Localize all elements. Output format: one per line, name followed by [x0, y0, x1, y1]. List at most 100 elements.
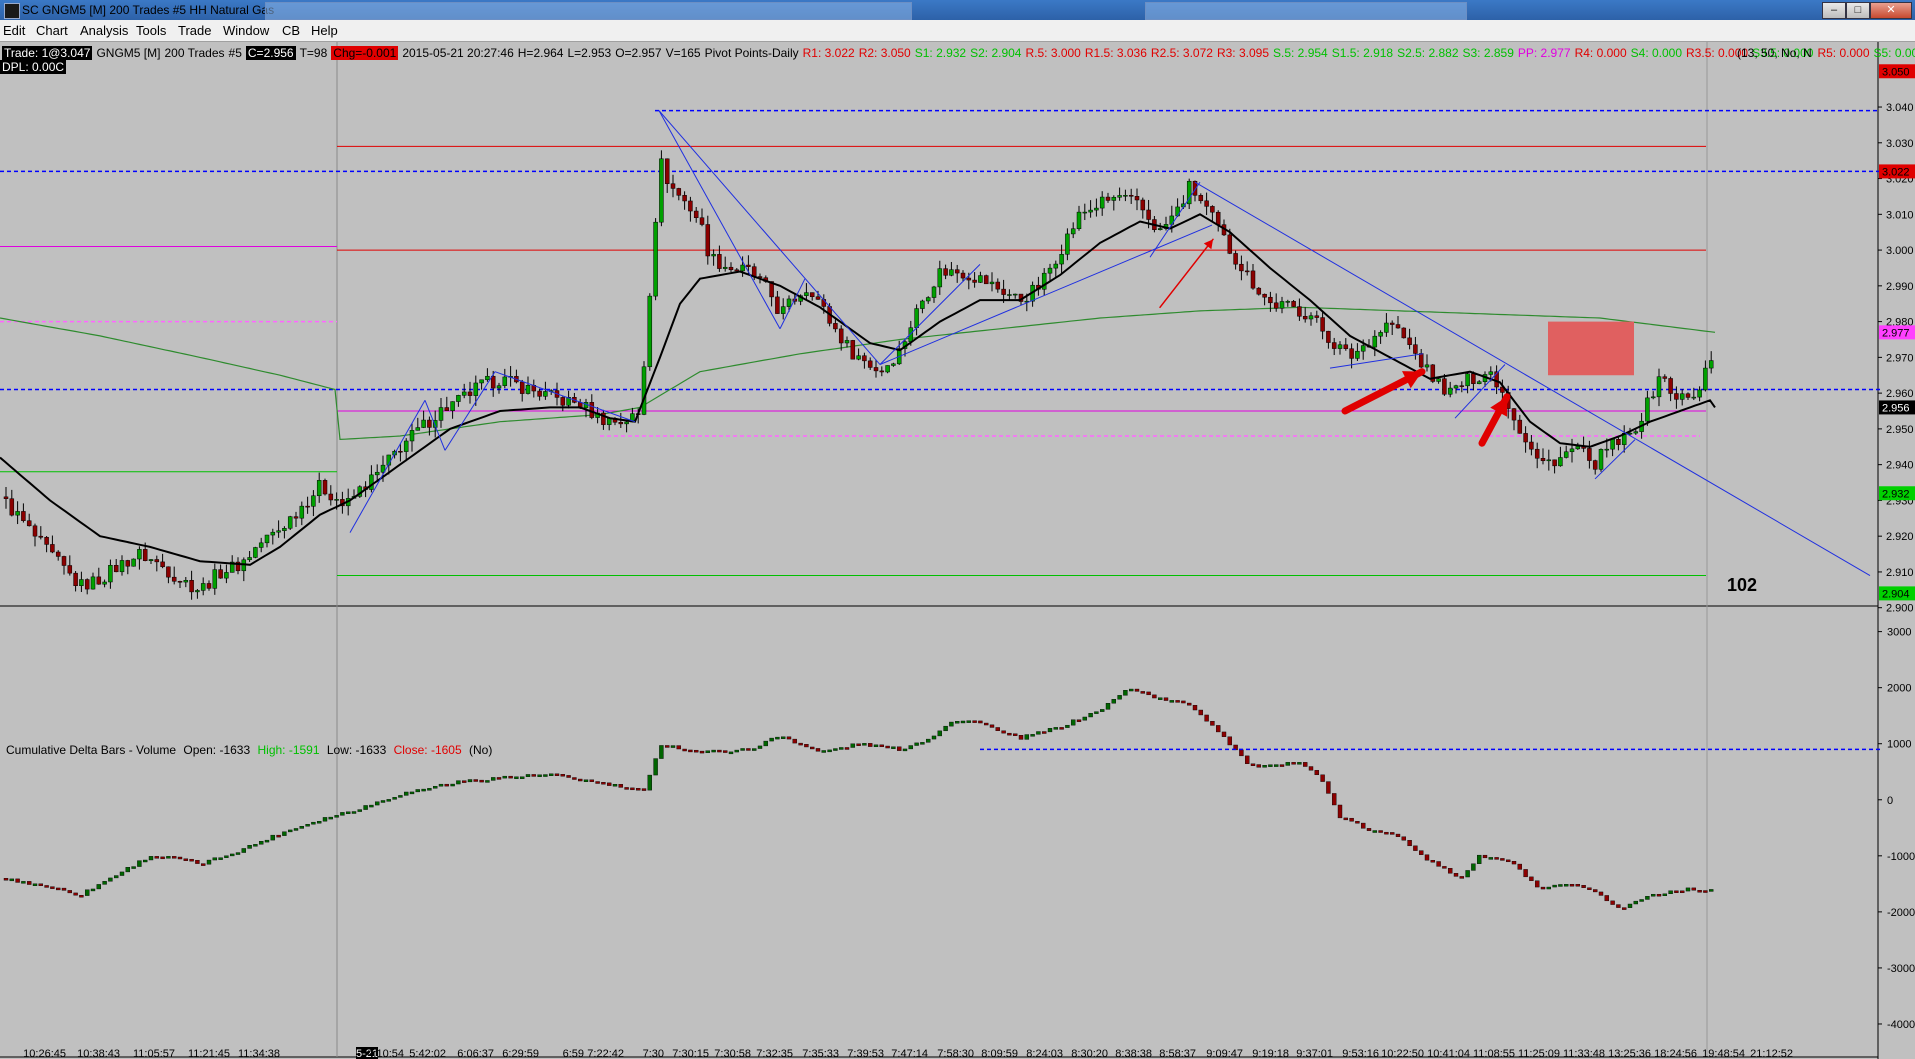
- candle-body: [1384, 322, 1389, 333]
- candle-body: [177, 581, 183, 583]
- candle-body: [485, 375, 490, 381]
- candle-body: [1355, 350, 1360, 359]
- candle-body: [1471, 373, 1476, 384]
- time-tick-label: 5:42:02: [409, 1048, 446, 1059]
- candle-body: [496, 385, 502, 389]
- time-tick-label: 7:32:35: [756, 1048, 793, 1059]
- delta-bar: [1465, 870, 1470, 878]
- delta-bar: [1337, 804, 1343, 819]
- candle-body: [804, 292, 809, 296]
- delta-bar: [1053, 727, 1059, 730]
- menu-cb[interactable]: CB: [282, 23, 300, 38]
- candle-body: [1517, 419, 1523, 434]
- candle-body: [1314, 315, 1320, 318]
- delta-bar: [647, 774, 652, 791]
- delta-bar: [572, 777, 577, 780]
- candle-body: [1413, 344, 1418, 354]
- delta-bar: [392, 797, 397, 800]
- candle-body: [200, 583, 206, 591]
- maximize-button[interactable]: □: [1846, 2, 1870, 19]
- delta-bar: [1662, 893, 1668, 897]
- candle-body: [1239, 263, 1244, 272]
- menu-help[interactable]: Help: [311, 23, 338, 38]
- background-window-tab[interactable]: [265, 2, 912, 20]
- delta-bar: [1645, 896, 1650, 900]
- delta-bar: [833, 748, 838, 751]
- delta-bar: [1268, 764, 1273, 767]
- candle-body: [79, 579, 84, 586]
- delta-bar: [438, 783, 444, 787]
- candle-body: [502, 376, 508, 386]
- delta-bar: [1546, 886, 1552, 890]
- study-name: Pivot Points-Daily: [704, 46, 799, 60]
- candle-body: [258, 542, 264, 548]
- candle-body: [1291, 301, 1296, 307]
- delta-bar: [688, 749, 693, 753]
- time-tick-label: 8:09:59: [981, 1048, 1018, 1059]
- candle-body: [1349, 348, 1354, 359]
- delta-bar: [404, 791, 409, 796]
- candle-body: [838, 328, 844, 344]
- candle-body: [148, 559, 154, 561]
- chart-number: #5: [228, 46, 242, 60]
- candle-body: [102, 581, 107, 585]
- delta-bar: [612, 784, 618, 787]
- delta-bar: [717, 749, 722, 753]
- delta-bar: [1581, 885, 1586, 888]
- candle-body: [125, 560, 131, 567]
- delta-bar: [171, 856, 177, 859]
- candle-body: [166, 566, 171, 578]
- candle-body: [1459, 385, 1465, 387]
- candle-body: [1575, 446, 1581, 450]
- candle-body: [972, 279, 977, 283]
- delta-bar: [1650, 893, 1656, 897]
- delta-bar: [752, 748, 757, 751]
- pivot-label: S3: 2.859: [1462, 46, 1514, 60]
- candle-body: [311, 495, 316, 507]
- delta-bar: [786, 736, 792, 740]
- delta-bar: [537, 774, 542, 777]
- candle-body: [490, 375, 496, 389]
- menu-window[interactable]: Window: [223, 23, 269, 38]
- candle-body: [1198, 195, 1204, 202]
- delta-bar: [1117, 695, 1122, 700]
- candle-body: [1105, 196, 1111, 201]
- delta-bar: [1326, 781, 1331, 794]
- delta-bar: [1070, 719, 1076, 726]
- delta-bar: [1708, 889, 1714, 892]
- menu-analysis[interactable]: Analysis: [80, 23, 128, 38]
- time-tick-label: 4:10:54: [367, 1048, 404, 1059]
- delta-bar: [1186, 702, 1192, 706]
- time-tick-label: 8:58:37: [1159, 1048, 1196, 1059]
- chart-canvas[interactable]: 1022.9002.9102.9202.9302.9402.9502.9602.…: [0, 42, 1915, 1059]
- candle-body: [398, 450, 403, 453]
- delta-bar: [1041, 731, 1047, 734]
- pivot-label: S4: 0.000: [1630, 46, 1683, 60]
- delta-bar: [862, 743, 867, 746]
- candle-body: [1227, 234, 1233, 254]
- candle-body: [1233, 253, 1238, 265]
- delta-bar: [914, 742, 919, 746]
- delta-bar: [763, 740, 768, 747]
- delta-bars: [3, 688, 1714, 910]
- candle-body: [15, 511, 20, 516]
- menu-tools[interactable]: Tools: [136, 23, 166, 38]
- menu-trade[interactable]: Trade: [178, 23, 211, 38]
- background-window-tab[interactable]: [1145, 2, 1467, 20]
- minimize-button[interactable]: –: [1822, 2, 1846, 19]
- delta-bar: [38, 883, 43, 886]
- delta-bar: [32, 883, 38, 886]
- delta-bar: [659, 745, 664, 759]
- chart-area[interactable]: 102 2.900 2.910 2.920 2.930 2.940 2.950 2.960 2.…: [0, 42, 1915, 1059]
- candle-body: [264, 534, 270, 544]
- price-tick-label: 2.920: [1886, 531, 1914, 543]
- delta-bar: [206, 859, 212, 865]
- pivot-label: R2: 3.050: [858, 46, 911, 60]
- candle-body: [873, 367, 879, 372]
- delta-bar: [1111, 699, 1117, 704]
- close-button[interactable]: ✕: [1870, 2, 1912, 19]
- menu-chart[interactable]: Chart: [36, 23, 68, 38]
- menu-edit[interactable]: Edit: [3, 23, 25, 38]
- candle-body: [137, 549, 142, 560]
- delta-bar: [218, 857, 223, 860]
